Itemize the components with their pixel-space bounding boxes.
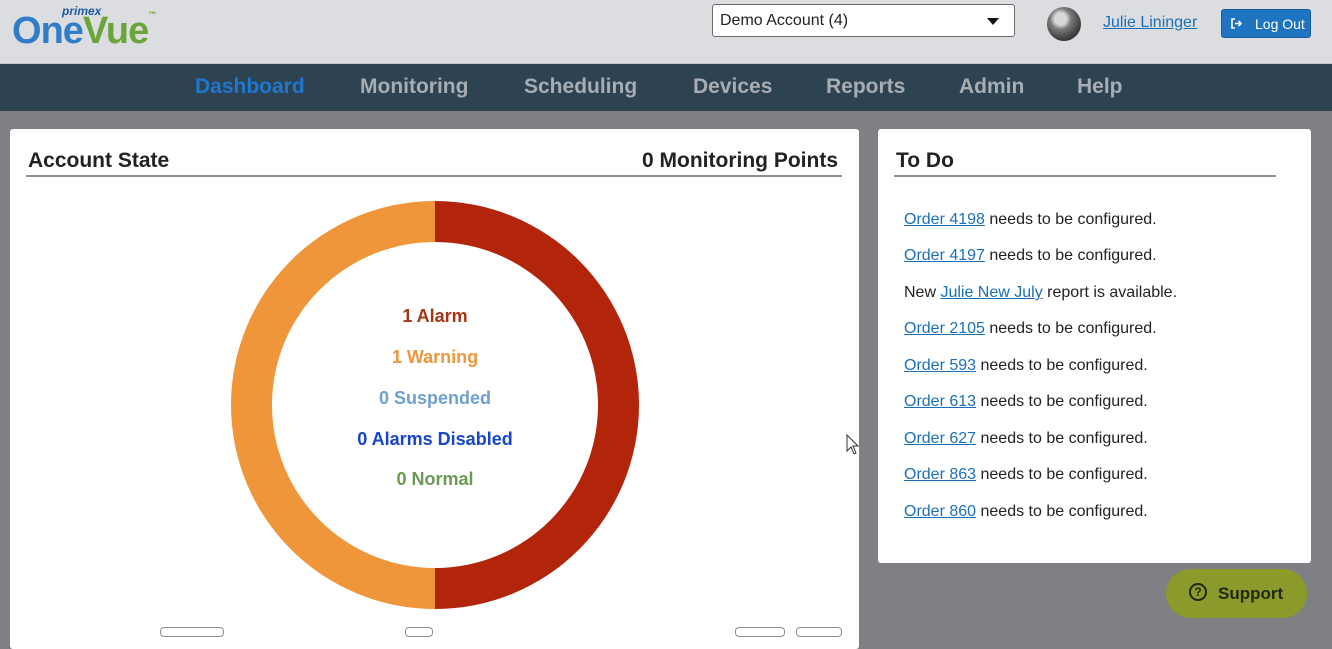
todo-panel: To Do Order 4198 needs to be configured.… (878, 129, 1311, 563)
todo-link[interactable]: Julie New July (940, 284, 1042, 301)
todo-link[interactable]: Order 613 (904, 393, 976, 410)
todo-item: New Julie New July report is available. (904, 284, 1178, 301)
account-state-panel: Account State 0 Monitoring Points 1 Alar… (10, 129, 859, 649)
chevron-down-icon (987, 18, 999, 25)
main-nav: Dashboard Monitoring Scheduling Devices … (0, 64, 1332, 111)
monitoring-points-count: 0 Monitoring Points (642, 149, 838, 172)
nav-reports[interactable]: Reports (826, 75, 905, 99)
nav-help[interactable]: Help (1077, 75, 1123, 99)
todo-title: To Do (896, 149, 954, 172)
account-state-title: Account State (28, 149, 170, 172)
todo-link[interactable]: Order 860 (904, 503, 976, 520)
account-select[interactable]: Demo Account (4) (712, 4, 1015, 37)
todo-link[interactable]: Order 4197 (904, 247, 985, 264)
todo-item: Order 4198 needs to be configured. (904, 211, 1157, 228)
nav-devices[interactable]: Devices (693, 75, 772, 99)
todo-link[interactable]: Order 2105 (904, 320, 985, 337)
support-button[interactable]: ? Support (1166, 569, 1307, 618)
legend-normal: 0 Normal (396, 469, 474, 489)
question-circle-icon: ? (1189, 583, 1207, 601)
user-name-link[interactable]: Julie Lininger (1103, 14, 1197, 32)
onevue-logo[interactable]: primex OneVue™ (12, 4, 162, 56)
legend-warning: 1 Warning (391, 347, 479, 367)
app-header: primex OneVue™ Demo Account (4) Julie Li… (0, 0, 1332, 64)
todo-item: Order 593 needs to be configured. (904, 357, 1148, 374)
todo-item: Order 863 needs to be configured. (904, 466, 1148, 483)
logo-wordmark: OneVue™ (12, 10, 156, 52)
todo-link[interactable]: Order 863 (904, 466, 976, 483)
todo-item: Order 860 needs to be configured. (904, 503, 1148, 520)
legend-alarms-disabled: 0 Alarms Disabled (357, 429, 513, 449)
todo-item: Order 627 needs to be configured. (904, 430, 1148, 447)
todo-link[interactable]: Order 4198 (904, 211, 985, 228)
todo-divider (894, 175, 1276, 177)
account-select-value: Demo Account (4) (720, 12, 849, 29)
bottom-control[interactable] (796, 627, 842, 637)
logout-button[interactable]: Log Out (1221, 9, 1311, 38)
nav-monitoring[interactable]: Monitoring (360, 75, 468, 99)
todo-link[interactable]: Order 627 (904, 430, 976, 447)
todo-item: Order 2105 needs to be configured. (904, 320, 1157, 337)
bottom-control[interactable] (160, 627, 224, 637)
support-label: Support (1218, 584, 1284, 603)
logout-label: Log Out (1255, 16, 1305, 32)
nav-admin[interactable]: Admin (959, 75, 1024, 99)
nav-dashboard[interactable]: Dashboard (195, 75, 305, 99)
bottom-control[interactable] (735, 627, 785, 637)
legend-alarm: 1 Alarm (402, 306, 468, 326)
mouse-cursor-icon (846, 434, 860, 455)
logout-icon (1231, 18, 1242, 29)
todo-link[interactable]: Order 593 (904, 357, 976, 374)
todo-item: Order 613 needs to be configured. (904, 393, 1148, 410)
nav-scheduling[interactable]: Scheduling (524, 75, 637, 99)
bottom-control[interactable] (405, 627, 433, 637)
avatar[interactable] (1047, 7, 1081, 41)
legend-suspended: 0 Suspended (378, 388, 492, 408)
todo-item: Order 4197 needs to be configured. (904, 247, 1157, 264)
title-divider (26, 175, 842, 177)
